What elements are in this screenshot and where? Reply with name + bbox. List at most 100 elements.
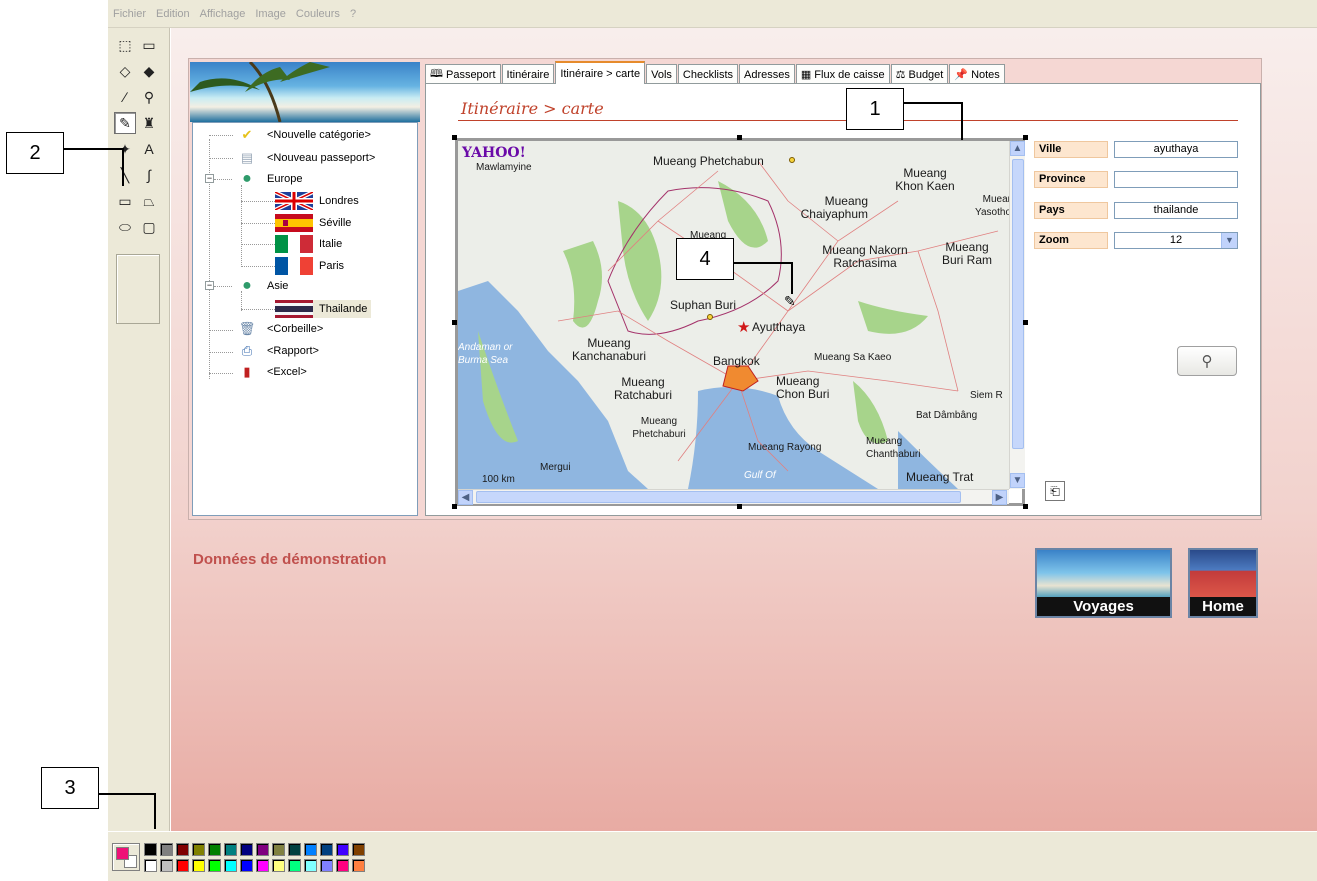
expand-toggle-asie[interactable]: − <box>205 281 214 290</box>
scroll-left-icon[interactable]: ◀ <box>458 490 473 505</box>
rounded-rect-tool-icon[interactable]: ▢ <box>138 216 160 238</box>
selection-handle[interactable] <box>737 504 742 509</box>
map-horizontal-scrollbar[interactable]: ◀ ▶ <box>458 489 1009 505</box>
scroll-down-icon[interactable]: ▼ <box>1010 473 1025 488</box>
zoom-select[interactable]: 12 ▼ <box>1114 232 1238 249</box>
color-swatch[interactable] <box>256 843 269 856</box>
search-button[interactable]: ⚲ <box>1177 346 1237 376</box>
menu-affichage[interactable]: Affichage <box>199 6 247 22</box>
color-swatch[interactable] <box>160 859 173 872</box>
tab-vols[interactable]: Vols <box>646 64 677 84</box>
selection-handle[interactable] <box>452 135 457 140</box>
tree-node-new-category[interactable]: ✔ <Nouvelle catégorie> <box>233 127 371 143</box>
tree-node-londres[interactable]: Londres <box>275 192 359 210</box>
brush-icon[interactable]: ♜ <box>138 112 160 134</box>
tree-node-europe[interactable]: ● Europe <box>233 170 302 187</box>
color-picker-icon[interactable]: ∕ <box>114 86 136 108</box>
map-frame[interactable]: YAHOO! Mawlamyine Mueang Phetchabun Muea… <box>455 138 1025 506</box>
menu-fichier[interactable]: Fichier <box>112 6 147 22</box>
color-swatch[interactable] <box>352 859 365 872</box>
selection-handle[interactable] <box>737 135 742 140</box>
scroll-up-icon[interactable]: ▲ <box>1010 141 1025 156</box>
voyages-button[interactable]: Voyages <box>1035 548 1172 618</box>
tab-itineraire-carte[interactable]: Itinéraire > carte <box>555 61 646 84</box>
color-swatch[interactable] <box>240 859 253 872</box>
color-swatch[interactable] <box>352 843 365 856</box>
current-colors[interactable] <box>112 843 140 871</box>
selection-handle[interactable] <box>452 320 457 325</box>
export-button[interactable]: ⎗ <box>1045 481 1065 501</box>
color-swatch[interactable] <box>288 859 301 872</box>
pencil-icon[interactable]: ✎ <box>114 112 136 134</box>
tool-options-box[interactable] <box>116 254 160 324</box>
province-input[interactable] <box>1114 171 1238 188</box>
color-swatch[interactable] <box>336 843 349 856</box>
text-tool-icon[interactable]: A <box>138 138 160 160</box>
color-swatch[interactable] <box>240 843 253 856</box>
map-vertical-scrollbar[interactable]: ▲ ▼ <box>1009 141 1025 489</box>
scroll-right-icon[interactable]: ▶ <box>992 490 1007 505</box>
tab-budget[interactable]: ⚖ Budget <box>890 64 949 84</box>
city-input[interactable]: ayuthaya <box>1114 141 1238 158</box>
color-swatch[interactable] <box>320 859 333 872</box>
selection-handle[interactable] <box>1023 504 1028 509</box>
tab-notes[interactable]: 📌 Notes <box>949 64 1005 84</box>
selection-handle[interactable] <box>1023 135 1028 140</box>
tree-node-asie[interactable]: ● Asie <box>233 277 288 294</box>
color-swatch[interactable] <box>304 859 317 872</box>
free-select-icon[interactable]: ⬚ <box>114 34 136 56</box>
magnifier-icon[interactable]: ⚲ <box>138 86 160 108</box>
tree-node-corbeille[interactable]: 🗑 <Corbeille> <box>233 321 324 337</box>
color-swatch[interactable] <box>304 843 317 856</box>
color-swatch[interactable] <box>160 843 173 856</box>
color-swatch[interactable] <box>192 859 205 872</box>
menu-couleurs[interactable]: Couleurs <box>295 6 341 22</box>
color-swatch[interactable] <box>208 859 221 872</box>
menu-help[interactable]: ? <box>349 6 357 22</box>
chevron-down-icon[interactable]: ▼ <box>1221 233 1237 248</box>
tab-passeport[interactable]: 🕮 Passeport <box>425 64 501 84</box>
foreground-color-swatch[interactable] <box>116 847 129 860</box>
color-swatch[interactable] <box>336 859 349 872</box>
line-tool-icon[interactable]: ╲ <box>114 164 136 186</box>
color-swatch[interactable] <box>224 859 237 872</box>
color-swatch[interactable] <box>224 843 237 856</box>
selection-handle[interactable] <box>1023 320 1028 325</box>
color-swatch[interactable] <box>144 843 157 856</box>
tab-flux-de-caisse[interactable]: ▦ Flux de caisse <box>795 64 890 84</box>
tree-node-paris[interactable]: Paris <box>275 257 344 275</box>
fill-bucket-icon[interactable]: ◆ <box>138 60 160 82</box>
color-swatch[interactable] <box>144 859 157 872</box>
tab-checklists[interactable]: Checklists <box>677 64 739 84</box>
country-input[interactable]: thailande <box>1114 202 1238 219</box>
map-view[interactable]: YAHOO! Mawlamyine Mueang Phetchabun Muea… <box>458 141 1009 489</box>
color-swatch[interactable] <box>288 843 301 856</box>
color-swatch[interactable] <box>272 843 285 856</box>
home-button[interactable]: Home <box>1188 548 1258 618</box>
tab-itineraire[interactable]: Itinéraire <box>501 64 555 84</box>
ellipse-tool-icon[interactable]: ⬭ <box>114 216 136 238</box>
selection-handle[interactable] <box>452 504 457 509</box>
color-swatch[interactable] <box>320 843 333 856</box>
color-swatch[interactable] <box>272 859 285 872</box>
menu-image[interactable]: Image <box>254 6 287 22</box>
tree-node-excel[interactable]: ▮ <Excel> <box>233 364 306 380</box>
expand-toggle-europe[interactable]: − <box>205 174 214 183</box>
color-swatch[interactable] <box>176 843 189 856</box>
color-swatch[interactable] <box>256 859 269 872</box>
category-tree[interactable]: ✔ <Nouvelle catégorie> ▤ <Nouveau passep… <box>192 122 418 516</box>
tree-node-seville[interactable]: Séville <box>275 214 351 232</box>
tab-adresses[interactable]: Adresses <box>739 64 795 84</box>
color-swatch[interactable] <box>208 843 221 856</box>
tree-node-thailande[interactable]: Thailande <box>275 300 372 318</box>
color-swatch[interactable] <box>192 843 205 856</box>
tree-node-new-passport[interactable]: ▤ <Nouveau passeport> <box>233 150 375 166</box>
vertical-scroll-thumb[interactable] <box>1012 159 1024 449</box>
menu-edition[interactable]: Edition <box>155 6 191 22</box>
polygon-tool-icon[interactable]: ⏢ <box>138 190 160 212</box>
tree-node-rapport[interactable]: ⎙ <Rapport> <box>233 343 319 359</box>
curve-tool-icon[interactable]: ∫ <box>138 164 160 186</box>
tree-node-italie[interactable]: Italie <box>275 235 342 253</box>
horizontal-scroll-thumb[interactable] <box>476 491 961 503</box>
eraser-icon[interactable]: ◇ <box>114 60 136 82</box>
